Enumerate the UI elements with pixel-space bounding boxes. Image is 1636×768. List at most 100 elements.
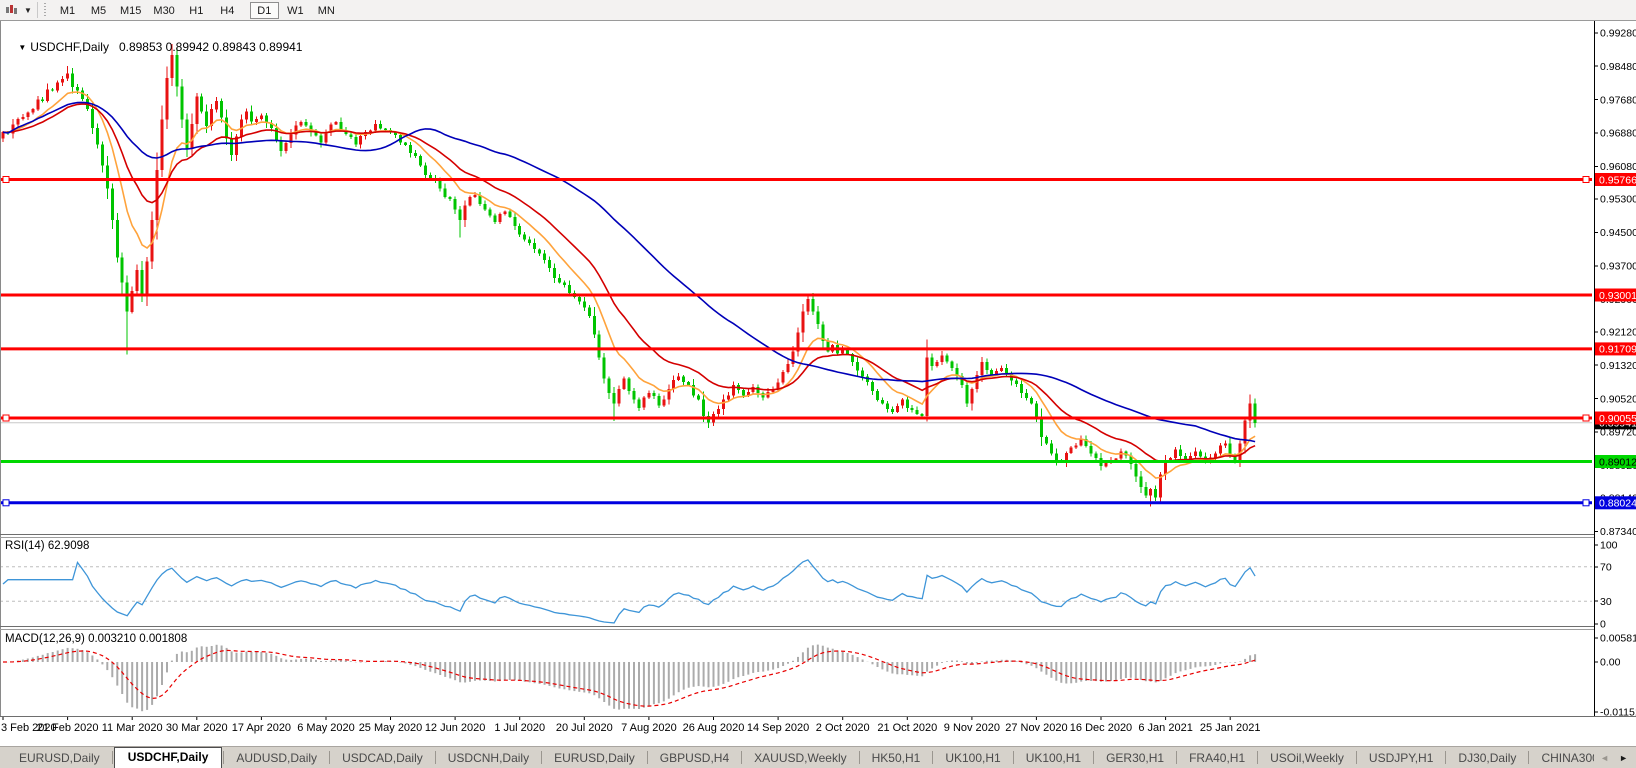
macd-histogram (3, 645, 1255, 712)
tab-separator (1093, 751, 1094, 764)
toolbar-separator (37, 2, 38, 18)
level-axis-label-0.89012: 0.89012 (1595, 455, 1636, 468)
date-label: 25 May 2020 (359, 722, 423, 734)
timeframe-button-m30[interactable]: M30 (148, 2, 179, 19)
level-handle[interactable] (3, 500, 9, 506)
level-handle[interactable] (1583, 415, 1589, 421)
date-label: 21 Oct 2020 (877, 722, 937, 734)
level-handle[interactable] (3, 415, 9, 421)
chart-tab-hk50-h1[interactable]: HK50,H1 (861, 748, 932, 768)
tab-separator (1445, 751, 1446, 764)
date-label: 26 Aug 2020 (683, 722, 745, 734)
scroll-left-arrow[interactable]: ◄ (1600, 753, 1609, 763)
level-axis-label-0.88024: 0.88024 (1595, 496, 1636, 509)
tab-scroll-controls: ◄ ► (1594, 748, 1634, 768)
window-menu-icon[interactable]: ▼ (18, 43, 26, 52)
date-label: 16 Dec 2020 (1070, 722, 1132, 734)
chart-symbol: USDCHF,Daily (30, 40, 109, 54)
tab-separator (932, 751, 933, 764)
chart-type-icon[interactable] (2, 2, 22, 19)
chart-tab-usoil-weekly[interactable]: USOil,Weekly (1259, 748, 1355, 768)
timeframe-button-m5[interactable]: M5 (84, 2, 113, 19)
rsi-tick-label: 0 (1600, 619, 1606, 631)
timeframe-button-m1[interactable]: M1 (53, 2, 82, 19)
timeframe-button-h1[interactable]: H1 (182, 2, 211, 19)
chart-tab-uk100-h1[interactable]: UK100,H1 (1015, 748, 1092, 768)
level-handle[interactable] (1583, 500, 1589, 506)
date-label: 9 Nov 2020 (944, 722, 1000, 734)
macd-indicator-label: MACD(12,26,9) 0.003210 0.001808 (5, 633, 187, 645)
rsi-tick-label: 70 (1600, 562, 1612, 574)
chart-tab-fra40-h1[interactable]: FRA40,H1 (1178, 748, 1256, 768)
price-tick-label: 0.96080 (1600, 161, 1636, 173)
date-label: 30 Mar 2020 (166, 722, 228, 734)
price-tick-label: 0.99280 (1600, 28, 1636, 40)
date-label: 1 Jul 2020 (494, 722, 545, 734)
svg-text:0.88024: 0.88024 (1599, 498, 1636, 510)
tab-separator (1528, 751, 1529, 764)
macd-tick-label: -0.011514 (1600, 707, 1636, 719)
chart-tab-usdcnh-daily[interactable]: USDCNH,Daily (437, 748, 540, 768)
date-label: 6 May 2020 (297, 722, 354, 734)
timeframe-button-h4[interactable]: H4 (213, 2, 242, 19)
tab-separator (859, 751, 860, 764)
rsi-line (3, 560, 1255, 623)
tab-separator (1176, 751, 1177, 764)
chart-tab-usdcad-daily[interactable]: USDCAD,Daily (331, 748, 434, 768)
chart-tab-bar: EURUSD,DailyUSDCHF,DailyAUDUSD,DailyUSDC… (0, 746, 1636, 768)
tab-separator (1356, 751, 1357, 764)
date-label: 12 Jun 2020 (425, 722, 486, 734)
chart-tab-dj30-daily[interactable]: DJ30,Daily (1447, 748, 1527, 768)
indicator-axes: 100 70 30 0 0.005818 0.00 -0.011514 (1594, 540, 1636, 719)
chart-tab-audusd-daily[interactable]: AUDUSD,Daily (225, 748, 328, 768)
toolbar-grip[interactable] (43, 3, 48, 18)
svg-text:0.89012: 0.89012 (1599, 456, 1636, 468)
chart-tab-ger30-h1[interactable]: GER30,H1 (1095, 748, 1175, 768)
price-tick-label: 0.98480 (1600, 61, 1636, 73)
chart-tab-eurusd-daily[interactable]: EURUSD,Daily (8, 748, 111, 768)
timeframe-button-m15[interactable]: M15 (115, 2, 146, 19)
tab-separator (741, 751, 742, 764)
tab-separator (329, 751, 330, 764)
timeframe-button-w1[interactable]: W1 (281, 2, 310, 19)
chart-tab-eurusd-daily[interactable]: EURUSD,Daily (543, 748, 646, 768)
date-label: 21 Feb 2020 (37, 722, 99, 734)
rsi-tick-label: 30 (1600, 596, 1612, 608)
date-label: 25 Jan 2021 (1200, 722, 1261, 734)
chart-tab-usdchf-daily[interactable]: USDCHF,Daily (114, 747, 223, 768)
chart-tab-usdjpy-h1[interactable]: USDJPY,H1 (1358, 748, 1444, 768)
chart-type-icon-glyph (5, 3, 19, 17)
level-handle[interactable] (3, 177, 9, 183)
tab-separator (112, 751, 113, 764)
moving-average-mid (3, 104, 1255, 462)
scroll-right-arrow[interactable]: ► (1619, 753, 1628, 763)
chart-tab-xauusd-weekly[interactable]: XAUUSD,Weekly (743, 748, 857, 768)
chart-tab-uk100-h1[interactable]: UK100,H1 (934, 748, 1011, 768)
level-axis-label-0.93001: 0.93001 (1595, 289, 1636, 302)
tab-separator (1257, 751, 1258, 764)
chart-tab-gbpusd-h4[interactable]: GBPUSD,H4 (649, 748, 740, 768)
chart-ohlc-values: 0.89853 0.89942 0.89843 0.89941 (119, 40, 303, 54)
chart-area[interactable]: 0.992800.984800.976800.968800.960800.953… (0, 21, 1636, 746)
price-tick-label: 0.92120 (1600, 327, 1636, 339)
date-label: 2 Oct 2020 (816, 722, 870, 734)
price-tick-label: 0.93700 (1600, 261, 1636, 273)
price-tick-label: 0.96880 (1600, 128, 1636, 140)
chart-type-dropdown-caret[interactable]: ▼ (22, 2, 34, 19)
rsi-tick-label: 100 (1600, 540, 1618, 552)
level-axis-label-0.91709: 0.91709 (1595, 342, 1636, 355)
price-tick-label: 0.90520 (1600, 393, 1636, 405)
timeframe-button-d1[interactable]: D1 (250, 2, 279, 19)
chart-tabs: EURUSD,DailyUSDCHF,DailyAUDUSD,DailyUSDC… (8, 747, 1636, 768)
level-handle[interactable] (1583, 177, 1589, 183)
moving-average-fast (3, 92, 1255, 478)
tab-separator (541, 751, 542, 764)
tab-separator (1013, 751, 1014, 764)
price-tick-label: 0.91320 (1600, 360, 1636, 372)
date-axis: 3 Feb 202021 Feb 202011 Mar 202030 Mar 2… (1, 717, 1260, 734)
macd-tick-label: 0.005818 (1600, 633, 1636, 645)
macd-tick-label: 0.00 (1600, 657, 1621, 669)
timeframe-button-mn[interactable]: MN (312, 2, 341, 19)
date-label: 11 Mar 2020 (102, 722, 163, 734)
svg-text:0.91709: 0.91709 (1599, 344, 1636, 356)
